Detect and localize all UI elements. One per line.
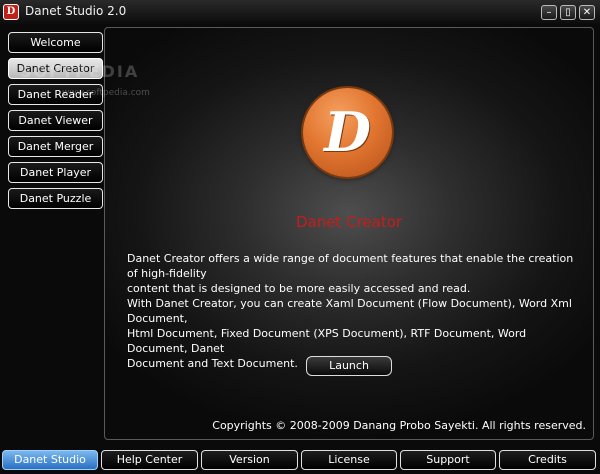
description-paragraph-1: Danet Creator offers a wide range of doc… xyxy=(127,251,582,296)
page-heading: Danet Creator xyxy=(295,213,403,231)
minimize-button[interactable]: – xyxy=(541,5,557,20)
tab-version[interactable]: Version xyxy=(201,450,298,470)
danet-logo: D xyxy=(303,88,392,177)
paragraph-line: Danet Creator offers a wide range of doc… xyxy=(127,252,574,280)
paragraph-line: With Danet Creator, you can create Xaml … xyxy=(127,297,572,325)
paragraph-line: Html Document, Fixed Document (XPS Docum… xyxy=(127,327,527,355)
copyright-text: Copyrights © 2008-2009 Danang Probo Saye… xyxy=(212,419,586,432)
sidebar-item-danet-puzzle[interactable]: Danet Puzzle xyxy=(8,188,103,209)
sidebar-item-danet-creator[interactable]: Danet Creator xyxy=(8,58,103,79)
sidebar-item-danet-reader[interactable]: Danet Reader xyxy=(8,84,103,105)
sidebar-item-danet-viewer[interactable]: Danet Viewer xyxy=(8,110,103,131)
window-title: Danet Studio 2.0 xyxy=(25,4,127,18)
tab-support[interactable]: Support xyxy=(400,450,496,470)
tab-help-center[interactable]: Help Center xyxy=(101,450,198,470)
sidebar-item-welcome[interactable]: Welcome xyxy=(8,32,103,53)
sidebar-item-danet-player[interactable]: Danet Player xyxy=(8,162,103,183)
paragraph-line: content that is designed to be more easi… xyxy=(127,282,471,295)
maximize-button[interactable]: ▯ xyxy=(560,5,576,20)
title-bar: D Danet Studio 2.0 – ▯ ✕ xyxy=(0,0,600,24)
tab-danet-studio[interactable]: Danet Studio xyxy=(2,450,98,470)
close-button[interactable]: ✕ xyxy=(579,5,595,20)
launch-button[interactable]: Launch xyxy=(306,356,392,376)
app-logo-icon: D xyxy=(3,4,19,20)
sidebar-item-danet-merger[interactable]: Danet Merger xyxy=(8,136,103,157)
tab-license[interactable]: License xyxy=(301,450,397,470)
tab-credits[interactable]: Credits xyxy=(499,450,596,470)
logo-letter: D xyxy=(324,100,371,164)
